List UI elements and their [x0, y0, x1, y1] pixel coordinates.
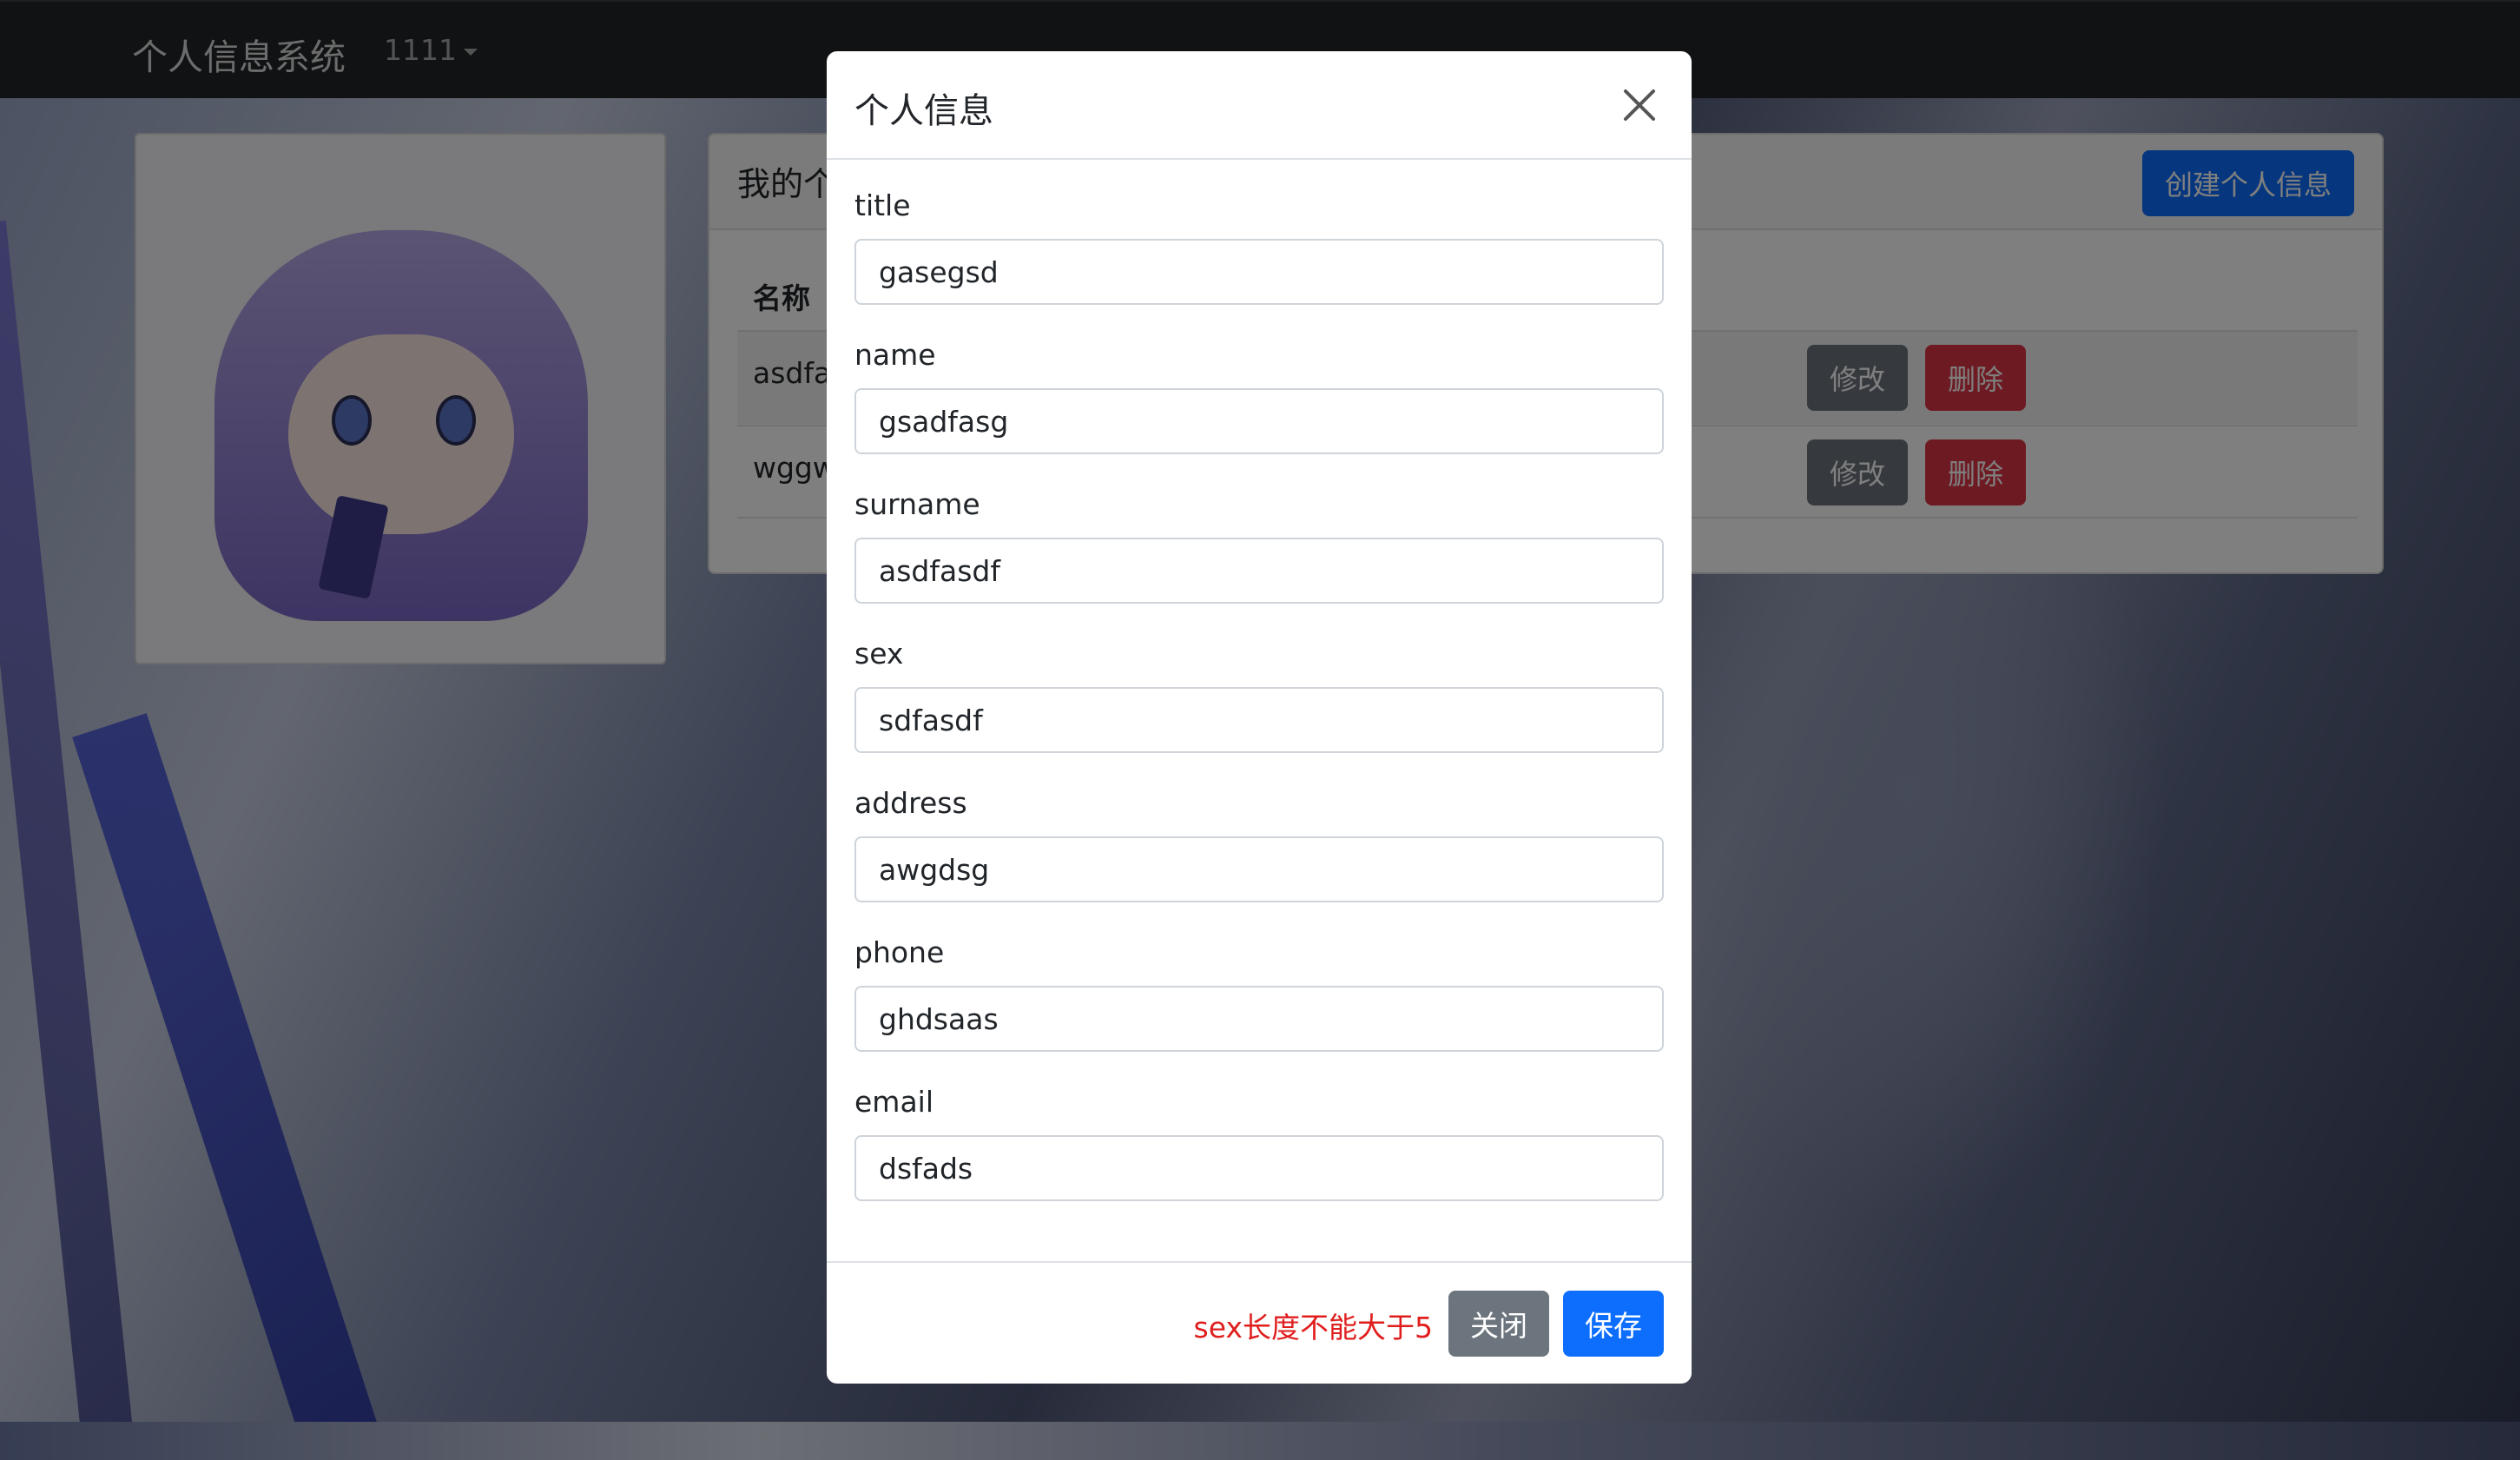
email-input[interactable] [854, 1135, 1664, 1201]
address-label: address [854, 786, 967, 820]
name-label: name [854, 338, 936, 372]
form-group-title: title [854, 188, 1664, 338]
form-group-phone: phone [854, 935, 1664, 1085]
title-input[interactable] [854, 239, 1664, 305]
save-button[interactable]: 保存 [1563, 1291, 1664, 1357]
form-group-sex: sex [854, 637, 1664, 786]
name-input[interactable] [854, 388, 1664, 454]
validation-error: sex长度不能大于5 [1193, 1311, 1433, 1344]
address-input[interactable] [854, 836, 1664, 902]
surname-input[interactable] [854, 538, 1664, 604]
title-label: title [854, 188, 911, 222]
form-group-name: name [854, 338, 1664, 487]
modal-header: 个人信息 [827, 51, 1692, 160]
sex-label: sex [854, 637, 904, 671]
surname-label: surname [854, 487, 980, 521]
sex-input[interactable] [854, 687, 1664, 753]
email-label: email [854, 1085, 934, 1119]
phone-input[interactable] [854, 986, 1664, 1052]
form-group-email: email [854, 1085, 1664, 1234]
modal-title: 个人信息 [854, 91, 993, 131]
phone-label: phone [854, 935, 945, 969]
form-group-address: address [854, 786, 1664, 935]
close-button[interactable]: 关闭 [1448, 1291, 1549, 1357]
form-group-surname: surname [854, 487, 1664, 637]
close-icon[interactable] [1622, 88, 1657, 122]
personal-info-modal: 个人信息 title name surname sex address phon… [827, 51, 1692, 1384]
modal-footer: sex长度不能大于5 关闭 保存 [827, 1261, 1692, 1384]
modal-body: title name surname sex address phone ema… [854, 188, 1664, 1234]
